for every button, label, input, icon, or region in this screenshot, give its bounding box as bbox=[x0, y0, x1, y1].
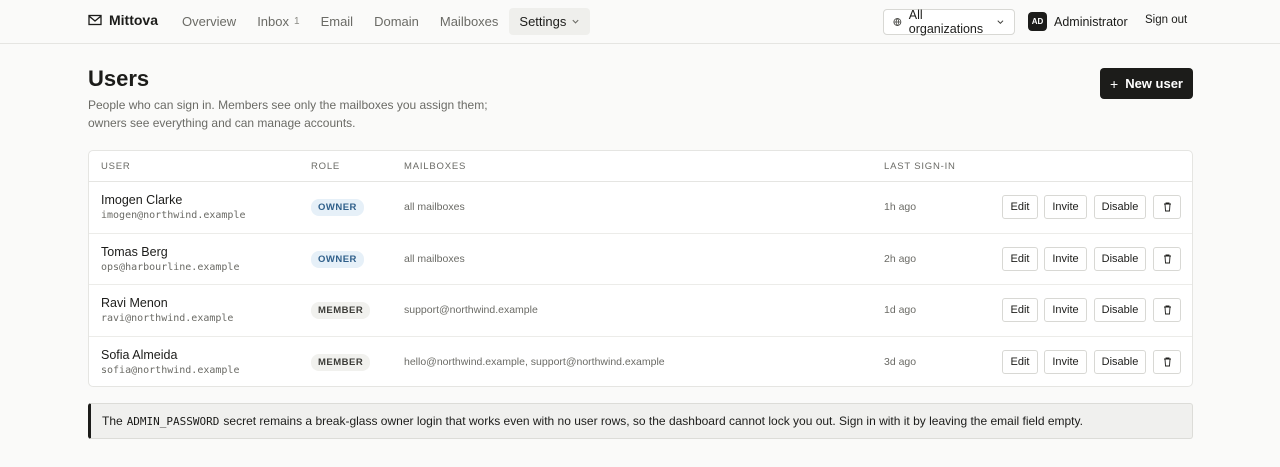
delete-button[interactable] bbox=[1153, 246, 1181, 271]
user-mailboxes: support@northwind.example bbox=[404, 304, 538, 316]
delete-button[interactable] bbox=[1153, 349, 1181, 374]
brand[interactable]: Mittova bbox=[88, 12, 158, 28]
user-mailboxes: all mailboxes bbox=[404, 252, 465, 265]
account-menu[interactable]: AD Administrator bbox=[1028, 12, 1128, 31]
nav-settings-label: Settings bbox=[519, 14, 567, 29]
user-email: sofia@northwind.example bbox=[101, 364, 240, 376]
last-sign-in: 2h ago bbox=[884, 252, 917, 265]
last-sign-in: 3d ago bbox=[884, 355, 917, 368]
user-name: Sofia Almeida bbox=[101, 347, 178, 362]
role-badge: OWNER bbox=[311, 199, 364, 216]
user-name: Tomas Berg bbox=[101, 244, 168, 259]
user-mailboxes: all mailboxes bbox=[404, 201, 465, 213]
top-bar: Mittova Overview Inbox 1 Email Domain Mai… bbox=[0, 0, 1280, 44]
nav-mailboxes-label: Mailboxes bbox=[439, 14, 499, 29]
table-row: Ravi Menon ravi@northwind.example MEMBER… bbox=[89, 285, 1192, 337]
nav-overview[interactable]: Overview bbox=[172, 8, 246, 35]
user-mailboxes: hello@northwind.example, support@northwi… bbox=[404, 355, 665, 368]
edit-button[interactable]: Edit bbox=[1002, 298, 1038, 322]
table-row: Imogen Clarke imogen@northwind.example O… bbox=[89, 182, 1192, 234]
invite-button[interactable]: Invite bbox=[1044, 246, 1087, 271]
chevron-down-icon bbox=[997, 20, 1004, 25]
account-name: Administrator bbox=[1054, 14, 1128, 29]
disable-button[interactable]: Disable bbox=[1094, 298, 1146, 322]
plus-icon: + bbox=[1110, 75, 1119, 92]
avatar: AD bbox=[1028, 12, 1047, 31]
disable-button[interactable]: Disable bbox=[1094, 349, 1146, 374]
organization-select-value: All organizations bbox=[908, 8, 984, 36]
globe-icon bbox=[893, 18, 902, 27]
header-last-sign-in: LAST SIGN-IN bbox=[884, 161, 956, 172]
disable-button[interactable]: Disable bbox=[1094, 246, 1146, 271]
trash-icon bbox=[1163, 202, 1171, 212]
page-description: People who can sign in. Members see only… bbox=[88, 98, 488, 130]
disable-button[interactable]: Disable bbox=[1094, 195, 1146, 219]
user-name: Imogen Clarke bbox=[101, 193, 183, 207]
user-email: ravi@northwind.example bbox=[101, 313, 234, 324]
table-row: Tomas Berg ops@harbourline.example OWNER… bbox=[89, 234, 1192, 285]
edit-button[interactable]: Edit bbox=[1002, 246, 1038, 271]
sign-out-link[interactable]: Sign out bbox=[1145, 14, 1187, 26]
trash-icon bbox=[1163, 305, 1171, 315]
role-badge: MEMBER bbox=[311, 353, 371, 371]
nav-inbox[interactable]: Inbox 1 bbox=[247, 8, 309, 35]
invite-button[interactable]: Invite bbox=[1044, 349, 1087, 374]
invite-button[interactable]: Invite bbox=[1044, 195, 1087, 219]
delete-button[interactable] bbox=[1153, 195, 1181, 219]
user-email: imogen@northwind.example bbox=[101, 210, 246, 221]
mail-icon bbox=[88, 14, 102, 26]
new-user-button[interactable]: + New user bbox=[1100, 68, 1193, 99]
notice-text-after: secret remains a break-glass owner login… bbox=[223, 414, 1083, 428]
nav-email-label: Email bbox=[320, 14, 354, 29]
header-mailboxes: MAILBOXES bbox=[404, 161, 467, 172]
trash-icon bbox=[1163, 357, 1171, 366]
last-sign-in: 1h ago bbox=[884, 201, 917, 213]
inbox-count-badge: 1 bbox=[294, 16, 300, 27]
role-badge: MEMBER bbox=[311, 302, 371, 319]
header-role: ROLE bbox=[311, 161, 341, 172]
break-glass-notice: The ADMIN_PASSWORD secret remains a brea… bbox=[88, 403, 1193, 439]
nav-email[interactable]: Email bbox=[311, 8, 364, 35]
delete-button[interactable] bbox=[1153, 298, 1181, 322]
nav-overview-label: Overview bbox=[182, 14, 237, 29]
user-name: Ravi Menon bbox=[101, 296, 168, 310]
invite-button[interactable]: Invite bbox=[1044, 298, 1087, 322]
chevron-down-icon bbox=[572, 19, 579, 24]
user-email: ops@harbourline.example bbox=[101, 261, 240, 273]
nav-settings[interactable]: Settings bbox=[509, 8, 591, 35]
brand-name: Mittova bbox=[109, 12, 158, 28]
new-user-label: New user bbox=[1125, 76, 1183, 91]
notice-text-before: The bbox=[102, 414, 123, 428]
edit-button[interactable]: Edit bbox=[1002, 349, 1038, 374]
table-row: Sofia Almeida sofia@northwind.example ME… bbox=[89, 337, 1192, 387]
edit-button[interactable]: Edit bbox=[1002, 195, 1038, 219]
nav-domain-label: Domain bbox=[374, 14, 419, 29]
role-badge: OWNER bbox=[311, 250, 364, 268]
trash-icon bbox=[1163, 254, 1171, 263]
last-sign-in: 1d ago bbox=[884, 304, 917, 316]
page-title: Users bbox=[88, 66, 150, 91]
users-table: USER ROLE MAILBOXES LAST SIGN-IN Imogen … bbox=[88, 150, 1193, 387]
main-nav: Overview Inbox 1 Email Domain Mailboxes S… bbox=[172, 8, 591, 35]
notice-code: ADMIN_PASSWORD bbox=[126, 414, 220, 428]
organization-select[interactable]: All organizations bbox=[883, 8, 1015, 36]
nav-inbox-label: Inbox bbox=[257, 14, 289, 29]
table-header: USER ROLE MAILBOXES LAST SIGN-IN bbox=[89, 151, 1192, 182]
header-user: USER bbox=[101, 161, 131, 172]
nav-domain[interactable]: Domain bbox=[364, 8, 429, 35]
nav-mailboxes[interactable]: Mailboxes bbox=[430, 8, 509, 35]
